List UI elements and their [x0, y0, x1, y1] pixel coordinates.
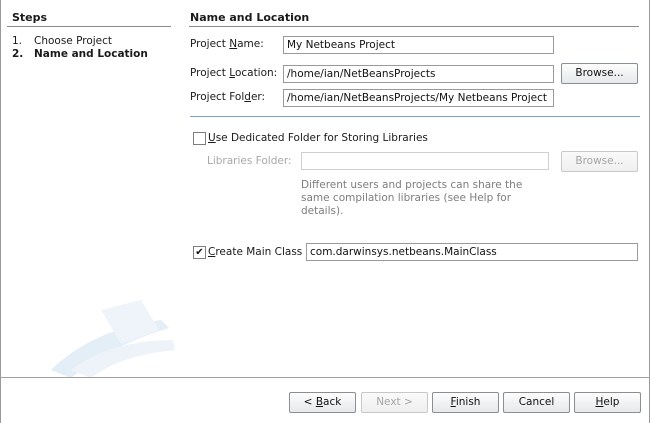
step-label: Choose Project [34, 35, 113, 47]
dedicated-folder-label: Use Dedicated Folder for Storing Librari… [208, 132, 428, 144]
libraries-folder-field[interactable] [301, 152, 549, 170]
next-button[interactable]: Next > [361, 392, 428, 413]
project-folder-label: Project Folder: [190, 91, 266, 103]
section-title: Name and Location [190, 11, 310, 24]
step-name-and-location: 2. Name and Location [12, 48, 148, 60]
cancel-button[interactable]: Cancel [503, 392, 570, 413]
main-class-field[interactable]: com.darwinsys.netbeans.MainClass [306, 243, 638, 261]
create-main-class-checkbox[interactable]: ✔ [193, 246, 206, 259]
browse-libraries-button[interactable]: Browse... [561, 151, 638, 172]
netbeans-watermark-icon [51, 300, 175, 378]
project-location-field[interactable]: /home/ian/NetBeansProjects [283, 65, 554, 83]
project-name-field[interactable]: My Netbeans Project [283, 36, 554, 54]
step-label: Name and Location [34, 48, 148, 60]
project-location-label: Project Location: [190, 67, 278, 79]
finish-button[interactable]: Finish [432, 392, 499, 413]
help-button[interactable]: Help [574, 392, 641, 413]
steps-title: Steps [12, 11, 48, 24]
step-number: 2. [12, 48, 24, 60]
back-button[interactable]: < Back [289, 392, 356, 413]
project-name-label: Project Name: [190, 38, 264, 50]
section-separator [189, 26, 639, 27]
project-folder-field[interactable]: /home/ian/NetBeansProjects/My Netbeans P… [283, 89, 554, 107]
step-choose-project: 1. Choose Project [12, 35, 112, 47]
dedicated-folder-checkbox[interactable] [193, 132, 206, 145]
button-bar: < Back Next > Finish Cancel Help [1, 378, 649, 423]
section-divider [190, 116, 640, 117]
step-number: 1. [12, 35, 23, 47]
browse-location-button[interactable]: Browse... [561, 63, 638, 84]
libraries-help-text: Different users and projects can share t… [301, 179, 523, 217]
steps-panel: Steps 1. Choose Project 2. Name and Locati… [1, 0, 181, 378]
steps-separator [7, 26, 171, 27]
libraries-folder-label: Libraries Folder: [207, 155, 292, 167]
create-main-class-label: Create Main Class [208, 246, 303, 258]
